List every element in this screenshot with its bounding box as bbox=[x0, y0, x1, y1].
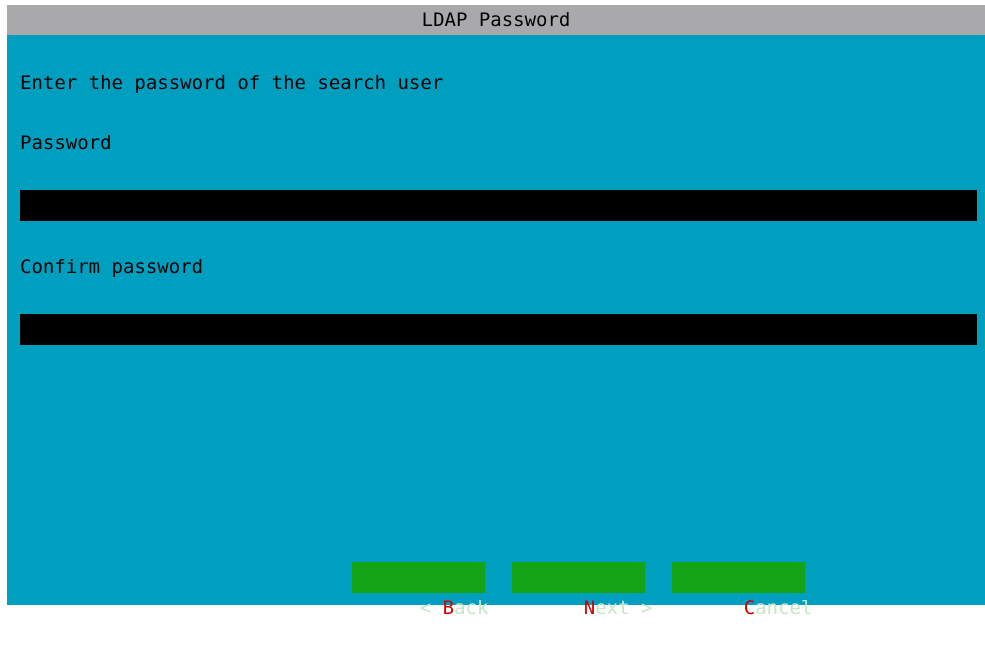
password-label: Password bbox=[20, 132, 112, 154]
cancel-button[interactable]: Cancel bbox=[672, 562, 812, 619]
back-button-rest: ack bbox=[454, 597, 489, 619]
ldap-password-dialog: LDAP Password Enter the password of the … bbox=[7, 5, 985, 619]
prompt-text: Enter the password of the search user bbox=[20, 72, 444, 94]
dialog-title: LDAP Password bbox=[7, 5, 985, 35]
confirm-password-field[interactable] bbox=[20, 314, 977, 345]
cancel-button-rest: ancel bbox=[755, 597, 813, 619]
next-button-hotkey: N bbox=[583, 597, 596, 619]
confirm-password-label: Confirm password bbox=[20, 256, 204, 278]
cancel-button-hotkey: C bbox=[743, 597, 756, 619]
back-button[interactable]: < Back bbox=[352, 562, 488, 619]
back-button-prefix: < bbox=[419, 597, 443, 619]
next-button-rest: ext > bbox=[595, 597, 653, 619]
next-button[interactable]: Next > bbox=[512, 562, 652, 619]
password-field[interactable] bbox=[20, 190, 977, 221]
back-button-hotkey: B bbox=[442, 597, 455, 619]
